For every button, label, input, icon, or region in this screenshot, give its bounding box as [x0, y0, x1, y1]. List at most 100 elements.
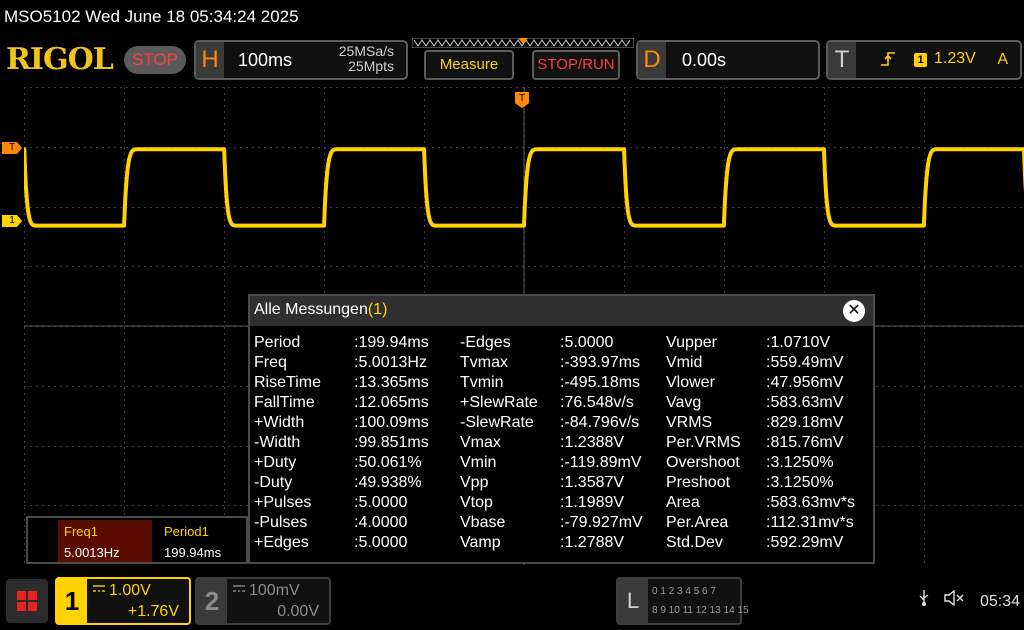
- measurement-name: Vupper: [666, 334, 717, 351]
- measurement-row: -Edges :5.0000: [460, 334, 613, 354]
- measurement-value: :199.94ms: [354, 334, 429, 351]
- measurement-value: :4.0000: [354, 514, 408, 531]
- run-state-badge[interactable]: STOP: [124, 46, 186, 74]
- horizontal-letter: H: [196, 42, 224, 78]
- panel-title: Alle Messungen(1): [254, 301, 387, 319]
- measurement-value: :100.09ms: [354, 414, 429, 431]
- timebase-value: 100ms: [238, 50, 293, 70]
- measurement-value: :49.938%: [354, 474, 422, 491]
- measurement-value: :-84.796v/s: [560, 414, 640, 431]
- measurement-name: Vtop: [460, 494, 493, 511]
- channel2-panel[interactable]: 2 100mV 0.00V: [195, 577, 331, 625]
- delay-panel[interactable]: D 0.00s: [636, 40, 820, 80]
- measurement-value: :1.1989V: [560, 494, 625, 511]
- channel1-offset-marker[interactable]: 1: [2, 215, 22, 227]
- measurement-value: :-119.89mV: [560, 454, 642, 471]
- measurement-value: :559.49mV: [766, 354, 844, 371]
- measurement-row: +Width:100.09ms: [254, 414, 429, 434]
- measurement-name: Vmin: [460, 454, 497, 471]
- measurement-value: :-495.18ms: [560, 374, 641, 391]
- channel1-number: 1: [57, 579, 87, 623]
- delay-letter: D: [638, 42, 666, 78]
- measurement-value: :3.1250%: [766, 454, 834, 471]
- measure-button[interactable]: Measure: [424, 50, 514, 80]
- logic-channels-high: 8 9 10 11 12 13 14 15: [652, 605, 749, 616]
- measurement-value: :5.0000: [560, 334, 614, 351]
- measurement-row: Vbase:-79.927mV: [460, 514, 643, 534]
- dc-coupling-icon: [93, 585, 105, 592]
- channel1-panel[interactable]: 1 1.00V +1.76V: [55, 577, 191, 625]
- clock-time: 05:34: [979, 593, 1020, 610]
- measurement-row: Vtop :1.1989V: [460, 494, 624, 514]
- measurement-value: :13.365ms: [354, 374, 429, 391]
- measurement-name: Area: [666, 494, 700, 511]
- measurement-row: Vupper:1.0710V: [666, 334, 830, 354]
- measurement-row: -Width:99.851ms: [254, 434, 429, 454]
- measurement-value: :3.1250%: [766, 474, 834, 491]
- trigger-letter: T: [828, 42, 856, 78]
- channel2-number: 2: [197, 579, 227, 623]
- channel1-waveform: [24, 147, 1024, 228]
- panel-header: Alle Messungen(1) ✕: [250, 296, 873, 326]
- measurement-value: :5.0000: [354, 494, 408, 511]
- measurement-value: :5.0000: [354, 534, 408, 551]
- channel1-scale: 1.00V: [109, 582, 151, 599]
- measurement-value: :1.3587V: [560, 474, 625, 491]
- measurement-name: Vlower: [666, 374, 715, 391]
- trigger-level-marker[interactable]: T: [2, 142, 22, 154]
- trigger-panel[interactable]: T 1 1.23V A: [826, 40, 1022, 80]
- measurement-name: Vmax: [460, 434, 501, 451]
- logic-analyzer-panel[interactable]: L 0 1 2 3 4 5 6 7 8 9 10 11 12 13 14 15: [616, 577, 749, 625]
- measurement-value: :5.0013Hz: [354, 354, 427, 371]
- close-icon[interactable]: ✕: [843, 300, 865, 322]
- measurement-name: +Pulses: [254, 494, 312, 511]
- main-menu-icon[interactable]: [6, 579, 48, 623]
- measurement-row: Vmin :-119.89mV: [460, 454, 642, 474]
- logic-letter: L: [618, 579, 648, 623]
- channel2-scale: 100mV: [249, 582, 300, 599]
- title-bar: MSO5102 Wed June 18 05:34:24 2025: [0, 0, 1024, 34]
- measurement-column: Vupper:1.0710V Vmid:559.49mV Vlower:47.956…: [666, 334, 855, 554]
- measurement-name: +SlewRate: [460, 394, 538, 411]
- measurement-row: -Pulses:4.0000: [254, 514, 407, 534]
- trigger-source-badge: 1: [914, 53, 927, 67]
- measurement-column: Period:199.94ms Freq:5.0013Hz RiseTime:13.…: [254, 334, 429, 554]
- measurement-column: -Edges:5.0000 Tvmax:-393.97ms Tvmin:-495.1…: [460, 334, 643, 554]
- trigger-level: 1.23V: [934, 50, 976, 67]
- dc-coupling-icon: [233, 585, 245, 592]
- panel-title-text: Alle Messungen: [254, 301, 368, 318]
- logic-channels-low: 0 1 2 3 4 5 6 7: [652, 586, 716, 597]
- measurement-row: +Edges :5.0000: [254, 534, 407, 554]
- measurement-name: -SlewRate: [460, 414, 534, 431]
- quick-measure-freq[interactable]: Freq1 5.0013Hz: [58, 520, 152, 562]
- acquisition-info: 25MSa/s 25Mpts: [339, 44, 394, 74]
- measurement-name: -Edges: [460, 334, 511, 351]
- quick-measure-label: Freq1: [64, 524, 98, 539]
- speaker-muted-icon[interactable]: [943, 589, 966, 611]
- measurement-name: Per.Area: [666, 514, 729, 531]
- measurement-name: VRMS: [666, 414, 713, 431]
- horizontal-panel[interactable]: H 100ms 25MSa/s 25Mpts: [194, 40, 408, 80]
- measurement-name: Vamp: [460, 534, 501, 551]
- stop-run-button[interactable]: STOP/RUN: [532, 50, 620, 80]
- measurement-row: +Pulses :5.0000: [254, 494, 407, 514]
- measurement-name: +Edges: [254, 534, 309, 551]
- panel-count: (1): [367, 301, 388, 318]
- measurement-name: -Duty: [254, 474, 293, 491]
- measurement-value: :112.31mv*s: [766, 514, 854, 531]
- quick-measure-period[interactable]: Period1 199.94ms: [158, 520, 246, 562]
- measurement-row: FallTime:12.065ms: [254, 394, 429, 414]
- quick-measure-value: 199.94ms: [164, 545, 222, 560]
- measurement-value: :12.065ms: [354, 394, 429, 411]
- measurement-row: +SlewRate:76.548v/s: [460, 394, 634, 414]
- measurement-row: -SlewRate :-84.796v/s: [460, 414, 639, 434]
- measurement-row: Overshoot:3.1250%: [666, 454, 834, 474]
- measurement-value: :592.29mV: [766, 534, 844, 551]
- measurement-value: :815.76mV: [766, 434, 844, 451]
- measurement-row: Period:199.94ms: [254, 334, 429, 354]
- measurement-row: -Duty :49.938%: [254, 474, 422, 494]
- device-datetime: MSO5102 Wed June 18 05:34:24 2025: [4, 7, 299, 26]
- rising-edge-icon: [881, 52, 895, 66]
- channel1-offset: +1.76V: [127, 603, 179, 620]
- usb-icon[interactable]: [919, 590, 929, 611]
